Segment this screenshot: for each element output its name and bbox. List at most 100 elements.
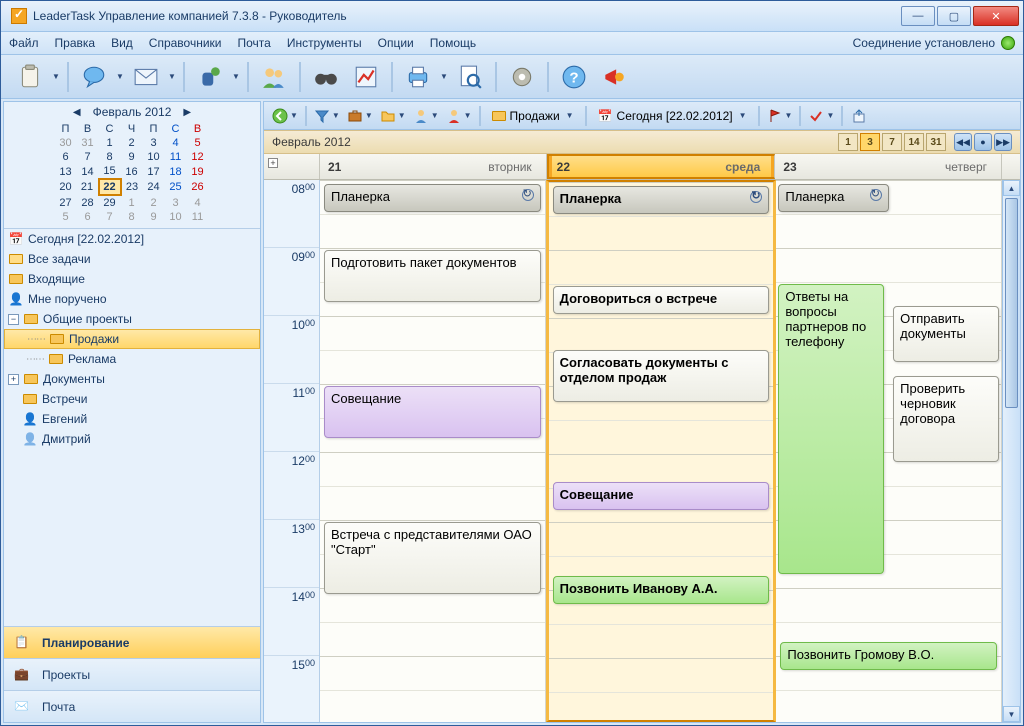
user-icon[interactable]: ▼ — [411, 105, 441, 127]
today-period-button[interactable]: ● — [974, 133, 992, 151]
sidebar: ◀ Февраль 2012 ▶ ПВСЧПСВ 303112345678910… — [3, 101, 261, 723]
svg-text:?: ? — [569, 69, 578, 86]
menu-mail[interactable]: Почта — [237, 36, 270, 50]
minimize-button[interactable]: — — [901, 6, 935, 26]
today-button[interactable]: 📅Сегодня [22.02.2012]▼ — [592, 105, 753, 127]
assigned-icon[interactable]: ▼ — [444, 105, 474, 127]
event[interactable]: Планерка — [778, 184, 888, 212]
day-headers: + 21вторник 22среда 23четверг — [264, 154, 1020, 180]
period-bar: Февраль 2012 1 3 7 14 31 ◀◀ ● ▶▶ — [264, 130, 1020, 154]
event[interactable]: Договориться о встрече — [553, 286, 770, 314]
scroll-down-button[interactable]: ▼ — [1003, 706, 1020, 722]
scroll-thumb[interactable] — [1005, 198, 1018, 408]
event[interactable]: Согласовать документы с отделом продаж — [553, 350, 770, 402]
menu-file[interactable]: Файл — [9, 36, 39, 50]
view-31day[interactable]: 31 — [926, 133, 946, 151]
nav-mail[interactable]: ✉️Почта — [4, 690, 260, 722]
nav-planning[interactable]: 📋Планирование — [4, 626, 260, 658]
tree-meetings[interactable]: Встречи — [4, 389, 260, 409]
menu-edit[interactable]: Правка — [55, 36, 96, 50]
users-icon[interactable] — [255, 60, 293, 94]
day-header-2[interactable]: 23четверг — [775, 154, 1002, 179]
megaphone-icon[interactable] — [595, 60, 633, 94]
folder-icon[interactable]: ▼ — [378, 105, 408, 127]
tree-user1[interactable]: 👤Евгений — [4, 409, 260, 429]
sync-icon[interactable] — [191, 60, 229, 94]
app-icon — [11, 8, 27, 24]
day-header-0[interactable]: 21вторник — [320, 154, 547, 179]
event[interactable]: Ответы на вопросы партнеров по телефону — [778, 284, 884, 574]
event[interactable]: Встреча с представителями ОАО "Старт" — [324, 522, 541, 594]
menu-tools[interactable]: Инструменты — [287, 36, 362, 50]
titlebar: LeaderTask Управление компанией 7.3.8 - … — [1, 1, 1023, 31]
preview-icon[interactable] — [451, 60, 489, 94]
day-column-2[interactable]: Планерка Ответы на вопросы партнеров по т… — [776, 180, 1002, 722]
maximize-button[interactable]: ▢ — [937, 6, 971, 26]
chart-icon[interactable] — [347, 60, 385, 94]
day-column-1[interactable]: Планерка Договориться о встрече Согласоват… — [546, 180, 777, 722]
project-tree: 📅Сегодня [22.02.2012] Все задачи Входящи… — [4, 229, 260, 626]
view-14day[interactable]: 14 — [904, 133, 924, 151]
tree-today[interactable]: 📅Сегодня [22.02.2012] — [4, 229, 260, 249]
event[interactable]: Подготовить пакет документов — [324, 250, 541, 302]
export-icon[interactable] — [848, 105, 870, 127]
briefcase-icon[interactable]: ▼ — [345, 105, 375, 127]
prev-period-button[interactable]: ◀◀ — [954, 133, 972, 151]
view-1day[interactable]: 1 — [838, 133, 858, 151]
day-column-0[interactable]: Планерка Подготовить пакет документов Сове… — [320, 180, 546, 722]
check-icon[interactable]: ▼ — [806, 105, 836, 127]
next-period-button[interactable]: ▶▶ — [994, 133, 1012, 151]
vertical-scrollbar[interactable]: ▲ ▼ — [1002, 180, 1020, 722]
tree-ads[interactable]: ⋯⋯Реклама — [4, 349, 260, 369]
event[interactable]: Совещание — [553, 482, 770, 510]
mini-calendar[interactable]: ПВСЧПСВ 30311234567891011121314151617181… — [55, 122, 210, 224]
nav-projects[interactable]: 💼Проекты — [4, 658, 260, 690]
print-icon[interactable] — [399, 60, 437, 94]
event[interactable]: Планерка — [324, 184, 541, 212]
cal-next-button[interactable]: ▶ — [179, 107, 195, 118]
tree-docs[interactable]: +Документы — [4, 369, 260, 389]
gear-icon[interactable] — [503, 60, 541, 94]
tree-all[interactable]: Все задачи — [4, 249, 260, 269]
binoculars-icon[interactable] — [307, 60, 345, 94]
view-3day[interactable]: 3 — [860, 133, 880, 151]
close-button[interactable]: ✕ — [973, 6, 1019, 26]
event[interactable]: Совещание — [324, 386, 541, 438]
recurring-icon — [870, 189, 882, 201]
tree-sales[interactable]: ⋯⋯Продажи — [4, 329, 260, 349]
filter-icon[interactable]: ▼ — [312, 105, 342, 127]
tree-user2[interactable]: 👤Дмитрий — [4, 429, 260, 449]
period-label: Февраль 2012 — [272, 135, 351, 149]
flag-icon[interactable]: ▼ — [765, 105, 795, 127]
event[interactable]: Позвонить Иванову А.А. — [553, 576, 770, 604]
menu-help[interactable]: Помощь — [430, 36, 476, 50]
back-button[interactable]: ▼ — [270, 105, 300, 127]
menu-refs[interactable]: Справочники — [149, 36, 222, 50]
expand-allday-button[interactable]: + — [268, 158, 278, 168]
help-icon[interactable]: ? — [555, 60, 593, 94]
menu-options[interactable]: Опции — [378, 36, 414, 50]
day-header-1[interactable]: 22среда — [547, 154, 776, 179]
menu-view[interactable]: Вид — [111, 36, 133, 50]
content-toolbar: ▼ ▼ ▼ ▼ ▼ ▼ Продажи▼ 📅Сегодня [22.02.201… — [264, 102, 1020, 130]
event[interactable]: Планерка — [553, 186, 770, 214]
tree-shared[interactable]: −Общие проекты — [4, 309, 260, 329]
time-gutter: 08000900100011001200130014001500 — [264, 180, 320, 722]
event[interactable]: Отправить документы — [893, 306, 999, 362]
event[interactable]: Проверить черновик договора — [893, 376, 999, 462]
clipboard-icon[interactable] — [11, 60, 49, 94]
chat-icon[interactable] — [75, 60, 113, 94]
scroll-up-button[interactable]: ▲ — [1003, 180, 1020, 196]
window-title: LeaderTask Управление компанией 7.3.8 - … — [33, 9, 899, 23]
connection-status: Соединение установлено — [853, 36, 995, 50]
view-7day[interactable]: 7 — [882, 133, 902, 151]
tree-assigned[interactable]: 👤Мне поручено — [4, 289, 260, 309]
mail-icon[interactable] — [127, 60, 165, 94]
tree-inbox[interactable]: Входящие — [4, 269, 260, 289]
calendar-title: Февраль 2012 — [93, 105, 172, 119]
recurring-icon — [522, 189, 534, 201]
path-folder[interactable]: Продажи▼ — [486, 105, 580, 127]
event[interactable]: Позвонить Громову В.О. — [780, 642, 997, 670]
cal-prev-button[interactable]: ◀ — [69, 107, 85, 118]
dropdown-icon[interactable]: ▼ — [51, 60, 61, 94]
